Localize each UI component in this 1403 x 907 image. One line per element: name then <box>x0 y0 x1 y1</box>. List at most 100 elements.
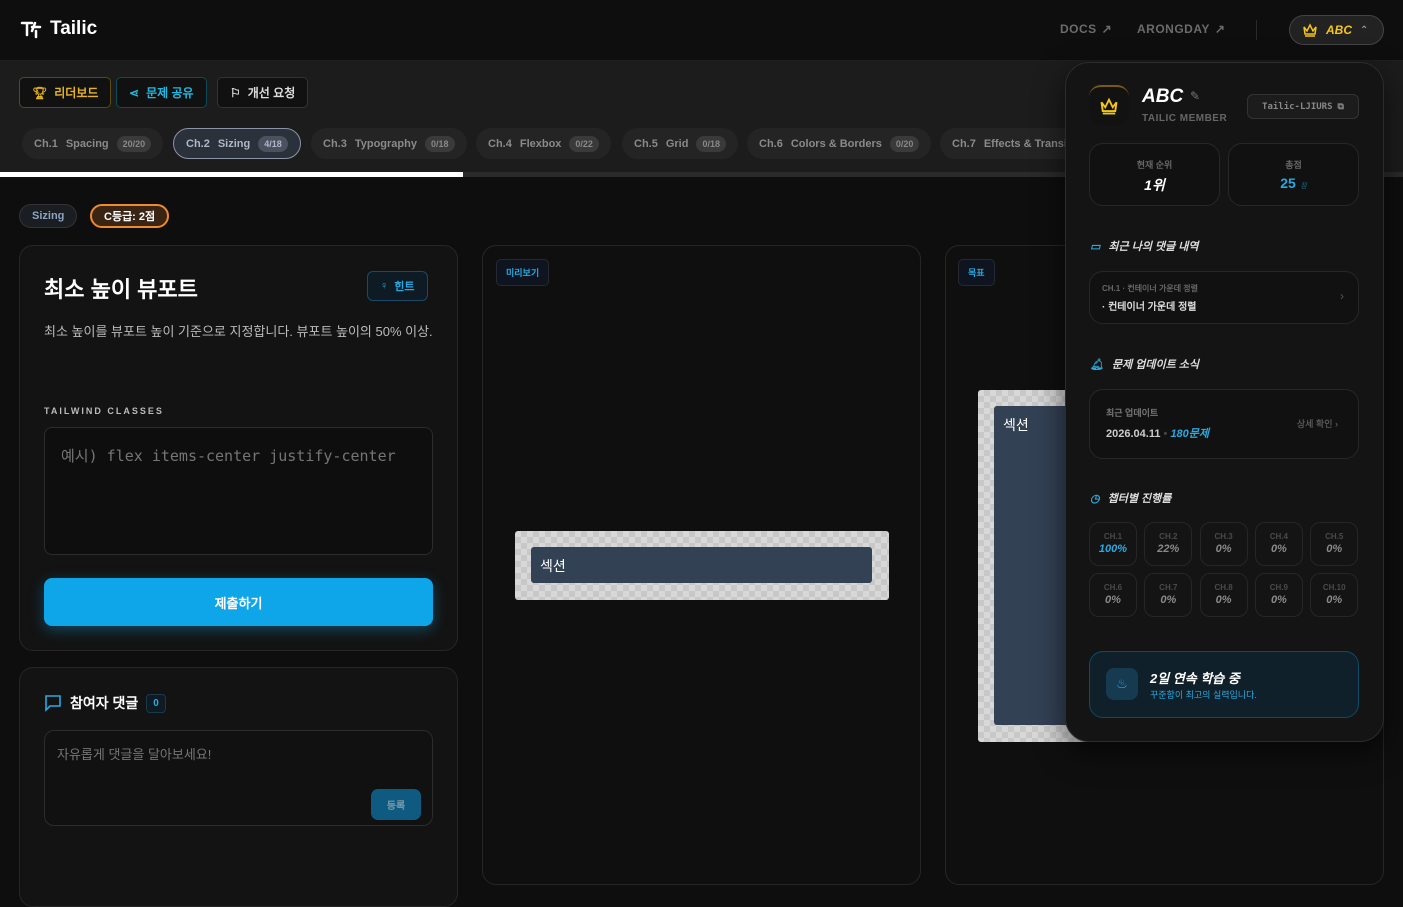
chapter-percent: 0% <box>1326 594 1343 606</box>
tab-count: 0/20 <box>889 135 920 152</box>
docs-label: DOCS <box>1060 22 1097 36</box>
update-detail-label: 상세 확인 <box>1296 419 1333 429</box>
classes-input[interactable] <box>44 427 433 555</box>
submit-button[interactable]: 제출하기 <box>44 578 433 626</box>
rank-label: 현재 순위 <box>1136 160 1173 170</box>
chapter-progress-item: CH.2 22% <box>1144 522 1193 566</box>
chat-icon <box>45 695 61 712</box>
feedback-label: 개선 요청 <box>247 86 296 100</box>
preview-section: 섹션 <box>531 547 872 583</box>
updates-header: 🔔︎ 문제 업데이트 소식 <box>1090 356 1199 372</box>
grade-badge: C등급: 2점 <box>90 204 170 228</box>
update-count: 180문제 <box>1170 428 1210 440</box>
score-label: 총점 <box>1285 160 1302 170</box>
chat-icon: ▭ <box>1090 240 1101 253</box>
tab-num: Ch.1 <box>34 137 58 150</box>
chapter-progress-header: ◷ 챕터별 진행률 <box>1090 490 1171 506</box>
preview-label: 미리보기 <box>496 259 550 286</box>
tab-ch6[interactable]: Ch.6 Colors & Borders 0/20 <box>747 128 932 159</box>
chapter-progress-item: CH.1 100% <box>1089 522 1137 566</box>
tab-num: Ch.2 <box>186 137 210 150</box>
flag-icon: ⚐ <box>230 85 241 100</box>
streak-subtitle: 꾸준함이 최고의 실력입니다. <box>1150 690 1257 700</box>
share-icon: ⋖ <box>129 85 140 100</box>
chapter-progress-item: CH.8 0% <box>1199 573 1248 617</box>
copy-code-button[interactable]: Tailic-LJIURS ⧉ <box>1247 94 1359 119</box>
comments-title: 참여자 댓글 <box>70 695 139 711</box>
tab-name: Grid <box>665 137 689 150</box>
copy-icon: ⧉ <box>1337 101 1344 112</box>
chapter-progress-item: CH.9 0% <box>1254 573 1303 617</box>
leaderboard-label: 리더보드 <box>54 86 99 100</box>
hint-button[interactable]: ♀ 힌트 <box>367 271 428 301</box>
tab-ch4[interactable]: Ch.4 Flexbox 0/22 <box>476 128 611 159</box>
external-link-icon: ↗ <box>1214 22 1226 36</box>
leaderboard-button[interactable]: 🏆︎ 리더보드 <box>19 77 112 108</box>
comments-count: 0 <box>146 693 166 713</box>
logo-icon <box>20 21 42 39</box>
feedback-button[interactable]: ⚐ 개선 요청 <box>217 77 309 108</box>
flame-icon: ♨ <box>1106 668 1138 700</box>
recent-comment-item[interactable]: CH.1 · 컨테이너 가운데 정렬 · 컨테이너 가운데 정렬 › <box>1089 271 1359 324</box>
comments-header: 참여자 댓글 0 <box>44 693 166 713</box>
chapter-progress-item: CH.7 0% <box>1144 573 1193 617</box>
edit-icon[interactable]: ✎ <box>1190 89 1200 103</box>
chapter-progress-item: CH.10 0% <box>1310 573 1359 617</box>
tab-name: Colors & Borders <box>790 137 882 150</box>
chapter-progress-item: CH.5 0% <box>1310 522 1359 566</box>
tab-num: Ch.7 <box>952 137 976 150</box>
hint-label: 힌트 <box>394 281 415 293</box>
tab-ch2[interactable]: Ch.2 Sizing 4/18 <box>173 128 301 159</box>
share-label: 문제 공유 <box>146 86 194 100</box>
docs-link[interactable]: DOCS ↗ <box>1060 22 1112 36</box>
tab-ch1[interactable]: Ch.1 Spacing 20/20 <box>22 128 164 159</box>
tab-name: Flexbox <box>519 137 562 150</box>
tab-num: Ch.5 <box>634 137 658 150</box>
crown-icon <box>1100 97 1118 115</box>
update-box[interactable]: 최근 업데이트 2026.04.11 • 180문제 상세 확인 › <box>1089 389 1359 459</box>
rank-value: 1위 <box>1144 177 1165 193</box>
crown-icon <box>1303 23 1317 37</box>
chapter-percent: 0% <box>1270 594 1287 606</box>
updates-title: 문제 업데이트 소식 <box>1111 359 1200 371</box>
comment-text: · 컨테이너 가운데 정렬 <box>1102 302 1197 313</box>
tab-num: Ch.3 <box>323 137 347 150</box>
share-button[interactable]: ⋖ 문제 공유 <box>116 77 207 108</box>
clock-icon: ◷ <box>1090 492 1100 505</box>
classes-label: TAILWIND CLASSES <box>44 406 164 416</box>
logo-text: Tailic <box>50 18 98 39</box>
tab-num: Ch.6 <box>759 137 783 150</box>
chapter-percent: 100% <box>1098 543 1128 555</box>
streak-box: ♨ 2일 연속 학습 중 꾸준함이 최고의 실력입니다. <box>1089 651 1359 718</box>
tab-ch5[interactable]: Ch.5 Grid 0/18 <box>622 128 738 159</box>
tab-count: 4/18 <box>258 135 288 152</box>
problem-card: 최소 높이 뷰포트 ♀ 힌트 최소 높이를 뷰포트 높이 기준으로 지정합니다. … <box>19 245 458 651</box>
bell-icon: 🔔︎ <box>1090 358 1104 371</box>
user-menu-button[interactable]: ABC ⌃ <box>1289 15 1384 45</box>
chapter-percent: 0% <box>1270 543 1287 555</box>
chapter-label: CH.10 <box>1322 583 1346 592</box>
chapter-label: CH.3 <box>1214 532 1233 541</box>
chapter-percent: 0% <box>1326 543 1343 555</box>
rank-box: 현재 순위 1위 <box>1089 143 1220 206</box>
lightbulb-icon: ♀ <box>380 280 389 292</box>
divider <box>1256 20 1257 40</box>
category-tag: Sizing <box>19 204 78 228</box>
logo[interactable]: Tailic <box>20 18 97 40</box>
tab-name: Typography <box>354 137 417 150</box>
tab-num: Ch.4 <box>488 137 512 150</box>
comment-submit-button[interactable]: 등록 <box>371 789 421 820</box>
streak-title: 2일 연속 학습 중 <box>1150 671 1240 686</box>
tab-count: 20/20 <box>116 135 152 152</box>
arongday-link[interactable]: ARONGDAY ↗ <box>1137 22 1225 36</box>
chapter-label: CH.7 <box>1159 583 1178 592</box>
chevron-right-icon: › <box>1335 419 1338 429</box>
update-date: 2026.04.11 <box>1106 428 1161 440</box>
chapter-label: CH.4 <box>1269 532 1288 541</box>
chapter-label: CH.6 <box>1103 583 1123 592</box>
tab-name: Sizing <box>217 137 251 150</box>
chapter-progress-item: CH.6 0% <box>1089 573 1137 617</box>
tab-ch3[interactable]: Ch.3 Typography 0/18 <box>311 128 467 159</box>
update-detail-link[interactable]: 상세 확인 › <box>1297 417 1338 430</box>
arongday-label: ARONGDAY <box>1137 22 1210 36</box>
